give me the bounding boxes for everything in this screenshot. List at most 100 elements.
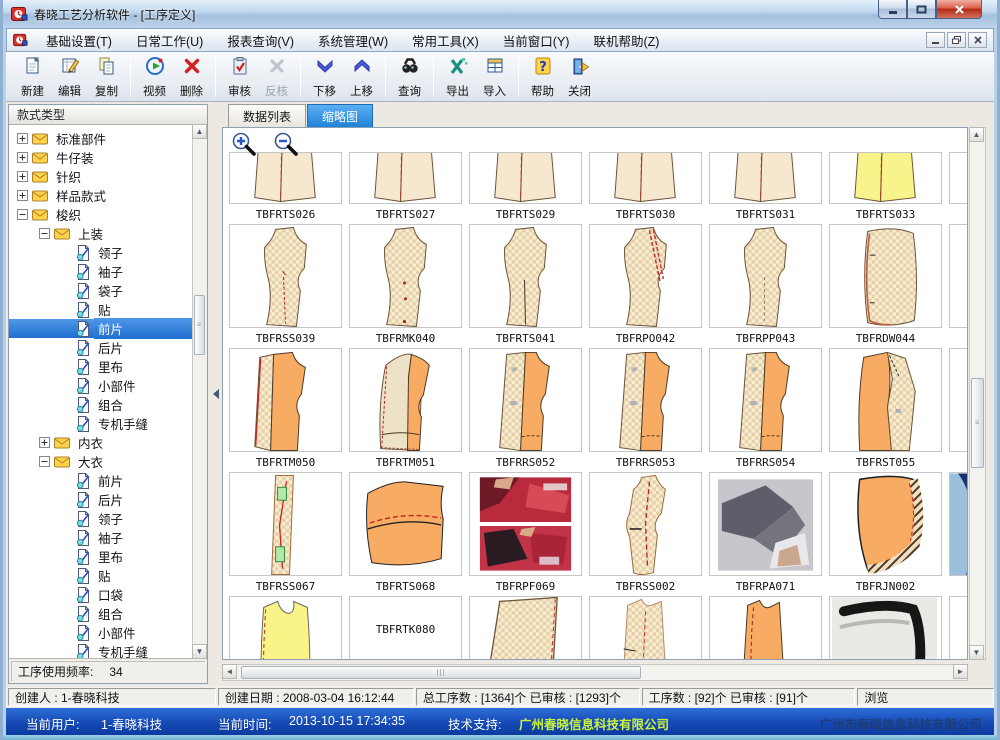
tree-item-小部件[interactable]: 小部件: [9, 376, 192, 395]
thumbnail-cell-TBFRST055[interactable]: TBFRST055: [829, 348, 942, 472]
thumbnail-cell-partial[interactable]: [829, 596, 942, 659]
move-up-button[interactable]: 上移: [343, 55, 380, 99]
thumbnail-cell-TBFRSS039[interactable]: TBFRSS039: [229, 224, 342, 348]
grid-vertical-scrollbar[interactable]: ▲ ≡ ▼: [969, 127, 986, 660]
thumbnail-cell-partial[interactable]: [949, 152, 967, 224]
tree-scroll-up-arrow[interactable]: ▲: [192, 124, 207, 139]
tree-item-里布[interactable]: 里布: [9, 357, 192, 376]
edit-button[interactable]: 编辑: [51, 55, 88, 99]
thumbnail-cell-partial[interactable]: TBFRTK080: [349, 596, 462, 659]
pattern-piece-image[interactable]: [469, 224, 582, 328]
audit-check-button[interactable]: 审核: [221, 55, 258, 99]
thumbnail-cell-partial[interactable]: [589, 596, 702, 659]
grid-scroll-left-arrow[interactable]: ◄: [222, 664, 237, 679]
minimize-button[interactable]: [878, 0, 907, 19]
grid-scroll-thumb[interactable]: ≡: [971, 378, 984, 468]
tree-item-大衣[interactable]: 大衣: [9, 452, 192, 471]
tree-item-领子[interactable]: 领子: [9, 509, 192, 528]
tree-item-袖子[interactable]: 袖子: [9, 528, 192, 547]
expand-icon[interactable]: [17, 171, 28, 182]
menu-item-2[interactable]: 日常工作(U): [124, 28, 215, 53]
collapse-icon[interactable]: [39, 456, 50, 467]
tree-item-牛仔装[interactable]: 牛仔装: [9, 148, 192, 167]
new-document-button[interactable]: 新建: [14, 55, 51, 99]
grid-scroll-right-arrow[interactable]: ►: [953, 664, 968, 679]
tree-scroll-thumb[interactable]: ≡: [194, 295, 205, 355]
collapse-icon[interactable]: [17, 209, 28, 220]
collapse-left-arrow-icon[interactable]: [213, 389, 219, 399]
pattern-piece-image[interactable]: [829, 472, 942, 576]
tree-item-针织[interactable]: 针织: [9, 167, 192, 186]
panel-splitter[interactable]: [210, 102, 222, 686]
pattern-piece-image[interactable]: [829, 152, 942, 204]
pattern-piece-image[interactable]: [829, 348, 942, 452]
pattern-piece-image[interactable]: [469, 596, 582, 659]
menu-item-5[interactable]: 常用工具(X): [400, 28, 491, 53]
mdi-close-button[interactable]: [968, 32, 987, 48]
pattern-piece-image[interactable]: [349, 348, 462, 452]
tree-scroll-down-arrow[interactable]: ▼: [192, 644, 207, 659]
pattern-piece-image[interactable]: [229, 596, 342, 659]
search-button[interactable]: 查询: [391, 55, 428, 99]
pattern-piece-image[interactable]: [349, 472, 462, 576]
tree-item-贴[interactable]: 贴: [9, 300, 192, 319]
pattern-piece-image[interactable]: [709, 224, 822, 328]
thumbnail-cell-TBFRPA071[interactable]: TBFRPA071: [709, 472, 822, 596]
tab-数据列表[interactable]: 数据列表: [228, 104, 306, 127]
zoom-in-button[interactable]: [231, 131, 259, 164]
pattern-piece-image[interactable]: [229, 472, 342, 576]
expand-icon[interactable]: [17, 133, 28, 144]
tree-item-前片[interactable]: 前片: [9, 319, 192, 338]
menu-item-6[interactable]: 当前窗口(Y): [491, 28, 582, 53]
tree-item-后片[interactable]: 后片: [9, 338, 192, 357]
grid-scroll-down-arrow[interactable]: ▼: [969, 645, 984, 660]
copy-button[interactable]: 复制: [88, 55, 125, 99]
pattern-piece-image[interactable]: [469, 472, 582, 576]
pattern-piece-image[interactable]: [229, 348, 342, 452]
thumbnail-cell-TBFRTS027[interactable]: TBFRTS027: [349, 152, 462, 224]
tab-缩略图[interactable]: 缩略图: [307, 104, 373, 127]
menu-item-3[interactable]: 报表查询(V): [215, 28, 306, 53]
thumbnail-cell-partial[interactable]: [949, 472, 967, 596]
pattern-piece-image[interactable]: [949, 472, 967, 576]
thumbnail-cell-TBFRTS030[interactable]: TBFRTS030: [589, 152, 702, 224]
thumbnail-cell-TBFRSS067[interactable]: TBFRSS067: [229, 472, 342, 596]
pattern-piece-image[interactable]: [469, 348, 582, 452]
thumbnail-cell-TBFRDW044[interactable]: TBFRDW044: [829, 224, 942, 348]
tree-item-口袋[interactable]: 口袋: [9, 585, 192, 604]
tree-item-组合[interactable]: 组合: [9, 604, 192, 623]
thumbnail-cell-TBFRPF069[interactable]: TBFRPF069: [469, 472, 582, 596]
tree-item-袖子[interactable]: 袖子: [9, 262, 192, 281]
thumbnail-cell-TBFRTS031[interactable]: TBFRTS031: [709, 152, 822, 224]
pattern-piece-image[interactable]: [589, 472, 702, 576]
thumbnail-cell-partial[interactable]: [949, 596, 967, 659]
import-button[interactable]: 导入: [476, 55, 513, 99]
thumbnail-cell-TBFRMK040[interactable]: TBFRMK040: [349, 224, 462, 348]
pattern-piece-image[interactable]: [949, 152, 967, 204]
tree-item-领子[interactable]: 领子: [9, 243, 192, 262]
expand-icon[interactable]: [39, 437, 50, 448]
pattern-piece-image[interactable]: [709, 152, 822, 204]
thumbnail-cell-TBFRTS029[interactable]: TBFRTS029: [469, 152, 582, 224]
thumbnail-cell-TBFRRS054[interactable]: TBFRRS054: [709, 348, 822, 472]
video-button[interactable]: 视频: [136, 55, 173, 99]
grid-scroll-up-arrow[interactable]: ▲: [969, 127, 984, 142]
thumbnail-cell-TBFRTS033[interactable]: TBFRTS033: [829, 152, 942, 224]
thumbnail-cell-TBFRTM050[interactable]: TBFRTM050: [229, 348, 342, 472]
menu-item-4[interactable]: 系统管理(W): [306, 28, 400, 53]
tree-item-样品款式[interactable]: 样品款式: [9, 186, 192, 205]
pattern-piece-image[interactable]: [709, 348, 822, 452]
thumbnail-cell-TBFRSS002[interactable]: TBFRSS002: [589, 472, 702, 596]
tree-item-里布[interactable]: 里布: [9, 547, 192, 566]
tree-item-梭织[interactable]: 梭织: [9, 205, 192, 224]
maximize-button[interactable]: [907, 0, 936, 19]
pattern-piece-image[interactable]: [589, 224, 702, 328]
exit-door-button[interactable]: 关闭: [561, 55, 598, 99]
tree-item-前片[interactable]: 前片: [9, 471, 192, 490]
delete-button[interactable]: 删除: [173, 55, 210, 99]
thumbnail-cell-TBFRTS041[interactable]: TBFRTS041: [469, 224, 582, 348]
thumbnail-cell-TBFRTS068[interactable]: TBFRTS068: [349, 472, 462, 596]
thumbnail-cell-partial[interactable]: [229, 596, 342, 659]
pattern-piece-image[interactable]: [589, 348, 702, 452]
pattern-piece-image[interactable]: [709, 596, 822, 659]
